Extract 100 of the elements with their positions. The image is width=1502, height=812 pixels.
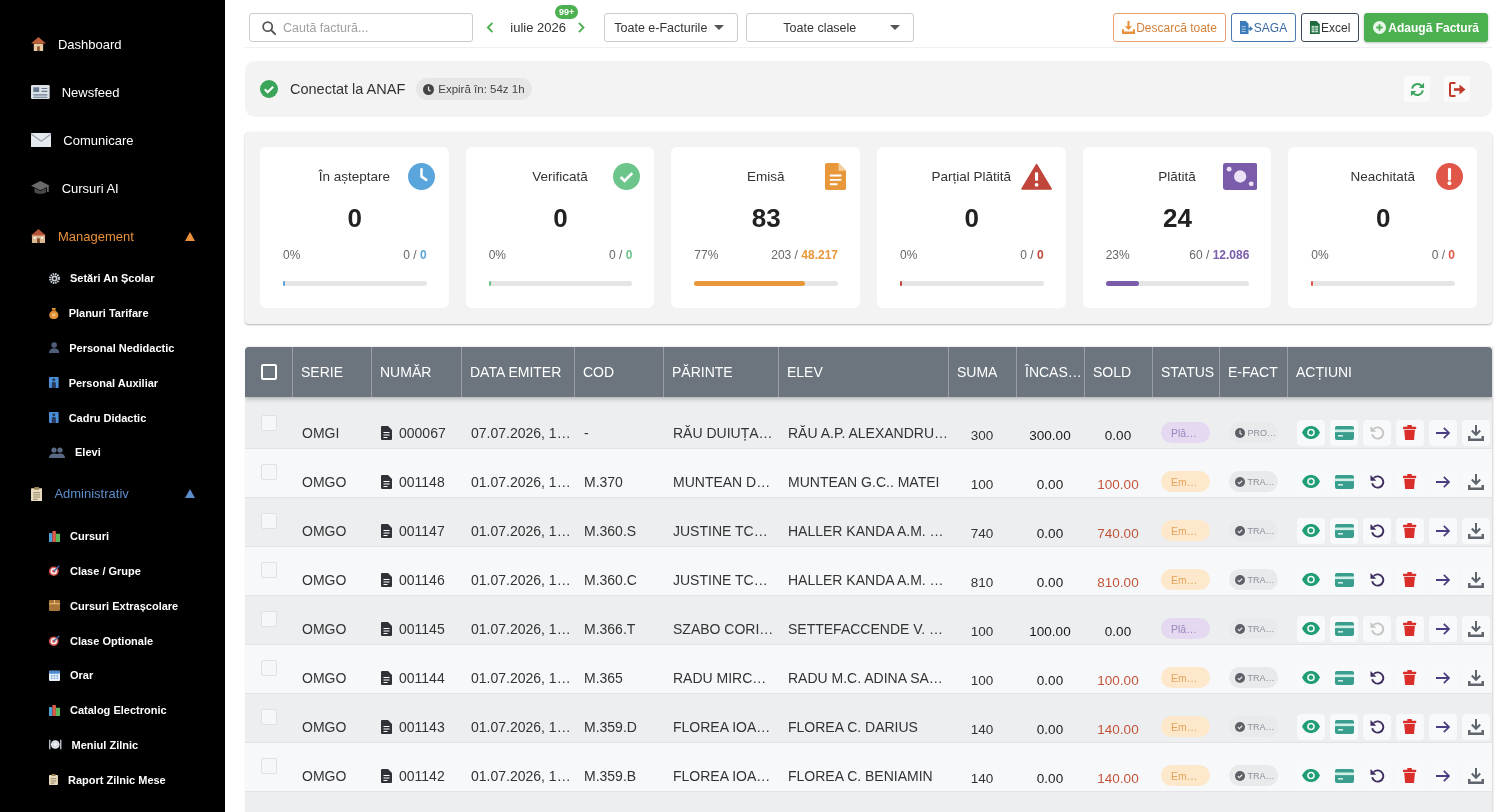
clipboard-icon: [31, 486, 43, 501]
row-checkbox[interactable]: [260, 758, 277, 774]
delete-button[interactable]: [1396, 615, 1424, 642]
stat-label: Verificată: [532, 168, 588, 184]
people-icon: [49, 446, 65, 458]
undo-button[interactable]: [1363, 517, 1391, 544]
delete-button[interactable]: [1396, 713, 1424, 740]
status-badge: Em…: [1161, 667, 1210, 688]
nav-item[interactable]: Orar: [0, 657, 225, 693]
arrow-right-icon: [1435, 769, 1451, 782]
forward-button[interactable]: [1429, 615, 1457, 642]
payment-button[interactable]: [1330, 713, 1358, 740]
table-cell-text: 140.00: [1096, 721, 1140, 737]
status-badge: Plă…: [1161, 422, 1210, 443]
check-circle-icon: [1234, 525, 1245, 536]
forward-button[interactable]: [1429, 419, 1457, 446]
download-button[interactable]: [1462, 517, 1490, 544]
nav-item[interactable]: Cursuri Extrașcolare: [0, 588, 225, 624]
row-checkbox[interactable]: [260, 464, 277, 480]
target-icon: [49, 635, 60, 647]
nav-item[interactable]: Cursuri AI: [0, 164, 225, 212]
table-cell-text: M.365: [583, 669, 624, 686]
table-cell-text: 0.00: [1035, 574, 1065, 590]
eye-icon: [1302, 720, 1320, 733]
nav-item[interactable]: Raport Zilnic Mese: [0, 762, 225, 798]
table-cell-text: 0.00: [1103, 427, 1133, 443]
table-cell-text: OMGO: [301, 767, 348, 784]
gear-icon: [49, 272, 60, 284]
undo-icon: [1369, 670, 1385, 685]
view-button[interactable]: [1297, 615, 1325, 642]
payment-button[interactable]: [1330, 615, 1358, 642]
nav-item[interactable]: Newsfeed: [0, 68, 225, 116]
payment-button[interactable]: [1330, 517, 1358, 544]
stat-totals: 203 / 48.217: [771, 247, 838, 263]
view-button[interactable]: [1297, 419, 1325, 446]
table-cell: 001145: [399, 620, 445, 637]
nav-item[interactable]: Elevi: [0, 435, 225, 470]
stat-totals: 0 / 0: [1020, 247, 1044, 263]
status-badge: Plă…: [1161, 618, 1210, 639]
undo-button[interactable]: [1363, 713, 1391, 740]
download-button[interactable]: [1462, 419, 1490, 446]
credit-card-icon: [1334, 523, 1354, 538]
nav-item[interactable]: Cadru Didactic: [0, 400, 225, 435]
check-circle-icon: [1234, 672, 1245, 683]
nav-item[interactable]: Planuri Tarifare: [0, 295, 225, 331]
delete-button[interactable]: [1396, 419, 1424, 446]
nav-item[interactable]: Setări An Școlar: [0, 261, 225, 296]
table-cell-text: OMGO: [301, 571, 348, 588]
view-button[interactable]: [1297, 517, 1325, 544]
table-cell-text: 100: [969, 672, 995, 688]
table-cell-text: 140: [969, 721, 995, 737]
check-circle-icon: [1234, 476, 1245, 487]
filter-dropdown[interactable]: Toate e-Facturile: [604, 13, 739, 42]
nav-item[interactable]: Comunicare: [0, 116, 225, 164]
table-cell-text: M.360.S: [583, 522, 638, 539]
table-cell-text: M.366.T: [583, 620, 637, 637]
table-cell-text: M.359.D: [583, 718, 638, 735]
table-cell-text: 01.07.2026, 1…: [470, 522, 572, 539]
nav-item[interactable]: Dashboard: [0, 20, 225, 68]
stat-percent: 0%: [1311, 247, 1329, 263]
download-button[interactable]: [1462, 615, 1490, 642]
filter-dropdown[interactable]: Toate clasele: [746, 13, 915, 42]
nav-item[interactable]: Cursuri: [0, 518, 225, 554]
download-button[interactable]: [1462, 713, 1490, 740]
month-label: iulie 2026: [510, 20, 566, 35]
check-circle-icon: [1234, 770, 1245, 781]
undo-icon: [1369, 719, 1385, 734]
nav-item[interactable]: Personal Auxiliar: [0, 365, 225, 401]
eye-icon: [1302, 622, 1320, 635]
logout-icon: [1448, 81, 1466, 97]
export-button[interactable]: SAGA: [1230, 13, 1297, 42]
excel-export-button[interactable]: Excel: [1301, 13, 1360, 42]
refresh-button[interactable]: [1404, 76, 1430, 102]
table-cell-text: SZABO CORI…: [672, 620, 775, 637]
nav-item[interactable]: Clase Optionale: [0, 623, 225, 658]
plus-circle-icon: [1373, 21, 1387, 34]
payment-button[interactable]: [1330, 419, 1358, 446]
select-all-checkbox[interactable]: [260, 364, 277, 380]
nav-item[interactable]: Clase / Grupe: [0, 553, 225, 589]
undo-icon: [1369, 425, 1385, 440]
check-circle-icon: [1234, 721, 1245, 732]
forward-button[interactable]: [1429, 713, 1457, 740]
row-checkbox[interactable]: [260, 562, 277, 578]
nav-item[interactable]: Personal Nedidactic: [0, 330, 225, 366]
nav-group[interactable]: Management: [0, 212, 225, 260]
stat-label: Emisă: [746, 168, 785, 184]
stat-label: În așteptare: [318, 168, 390, 184]
nav-item[interactable]: Catalog Electronic: [0, 692, 225, 728]
row-checkbox[interactable]: [260, 660, 277, 676]
view-button[interactable]: [1297, 713, 1325, 740]
forward-button[interactable]: [1429, 517, 1457, 544]
search-field[interactable]: Caută factură...: [249, 13, 473, 42]
credit-card-icon: [1334, 719, 1354, 734]
nav-item[interactable]: Meniul Zilnic: [0, 727, 225, 763]
eye-icon: [1302, 475, 1320, 488]
stat-percent: 0%: [488, 247, 506, 263]
delete-button[interactable]: [1396, 517, 1424, 544]
logout-button[interactable]: [1444, 76, 1470, 102]
nav-group[interactable]: Administrativ: [0, 469, 225, 518]
stat-value: 0: [346, 202, 364, 234]
